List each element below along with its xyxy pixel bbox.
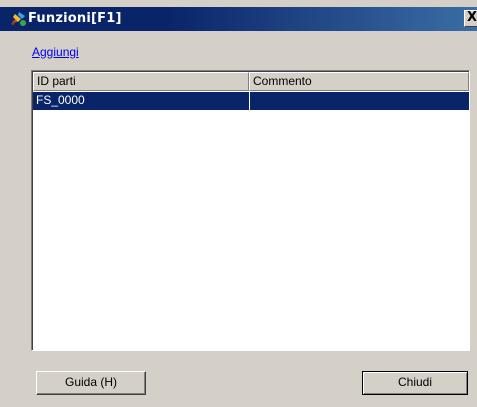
close-icon[interactable]: X [464,10,477,27]
column-header-id[interactable]: ID parti [33,72,249,91]
functions-app-icon [11,12,26,26]
dialog-window: Funzioni[F1] X Aggiungi ID parti Comment… [0,0,477,407]
close-button[interactable]: Chiudi [362,371,468,395]
help-button[interactable]: Guida (H) [36,371,146,395]
add-link[interactable]: Aggiungi [32,45,79,59]
window-title: Funzioni[F1] [28,11,122,26]
table-row[interactable]: FS_0000 [33,92,469,110]
list-header: ID parti Commento [33,72,469,91]
parts-list[interactable]: ID parti Commento FS_0000 [31,70,470,351]
title-bar[interactable]: Funzioni[F1] X [0,7,477,31]
cell-id: FS_0000 [36,93,85,107]
cell-comment [249,92,469,110]
parts-list-inner: ID parti Commento FS_0000 [32,71,469,350]
column-header-comment[interactable]: Commento [249,72,469,91]
